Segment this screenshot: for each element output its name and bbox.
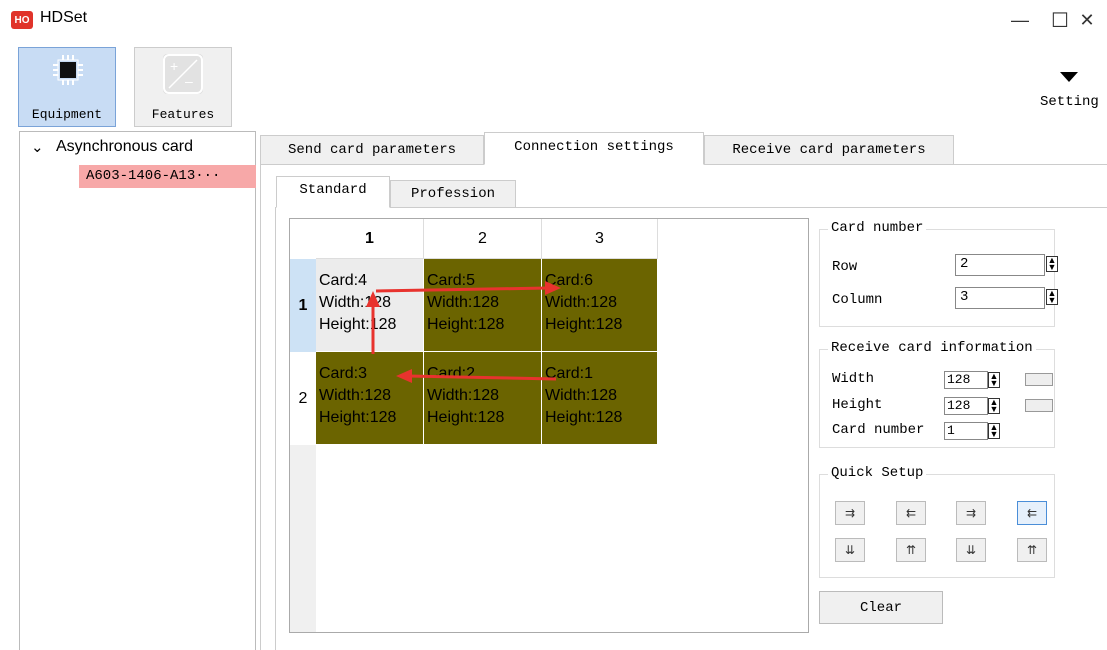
- card-number-value: 1: [947, 423, 955, 438]
- column-header-1[interactable]: 1: [316, 219, 424, 259]
- receive-info-title: Receive card information: [828, 340, 1036, 356]
- equipment-button[interactable]: Equipment: [18, 47, 116, 127]
- svg-text:–: –: [185, 73, 193, 89]
- features-icon: + –: [163, 54, 203, 94]
- row-value: 2: [960, 256, 969, 272]
- minimize-button[interactable]: —: [1000, 6, 1040, 34]
- column-label: Column: [832, 292, 883, 308]
- tab-receive-card-parameters[interactable]: Receive card parameters: [704, 135, 954, 165]
- column-header-3[interactable]: 3: [542, 219, 658, 259]
- column-header-2[interactable]: 2: [424, 219, 542, 259]
- quick-setup-vertical-down-button[interactable]: ⇊: [835, 538, 865, 562]
- card-number-title: Card number: [828, 220, 927, 236]
- title-bar: [0, 0, 1107, 40]
- column-value: 3: [960, 289, 969, 305]
- quick-setup-snake-right-button[interactable]: ⇉: [956, 501, 986, 525]
- width-label: Width: [832, 371, 875, 387]
- device-tree-panel: [19, 131, 256, 650]
- row-header-2[interactable]: 2: [290, 352, 316, 445]
- connection-arrows: [366, 281, 561, 383]
- tree-item-card[interactable]: A603-1406-A13···: [79, 165, 256, 188]
- arrow-card1-to-card3: [407, 374, 557, 381]
- quick-setup-snake-down-button[interactable]: ⇊: [956, 538, 986, 562]
- card-number-spinbox[interactable]: 1: [944, 422, 988, 440]
- card-number-group: [819, 229, 1055, 327]
- quick-setup-horizontal-left-button[interactable]: ⇇: [896, 501, 926, 525]
- clear-button[interactable]: Clear: [819, 591, 943, 624]
- tab-send-card-parameters[interactable]: Send card parameters: [260, 135, 484, 165]
- chevron-down-icon[interactable]: ⌄: [31, 138, 44, 156]
- svg-text:+: +: [170, 58, 178, 74]
- column-spin-arrows-icon[interactable]: ▲ ▼: [1046, 289, 1058, 305]
- close-button[interactable]: ✕: [1067, 6, 1107, 34]
- arrowhead-icon: [366, 291, 380, 307]
- quick-setup-snake-up-button[interactable]: ⇈: [1017, 538, 1047, 562]
- width-preset-icon[interactable]: [1025, 373, 1053, 386]
- grid-corner: [290, 219, 316, 259]
- height-preset-icon[interactable]: [1025, 399, 1053, 412]
- quick-setup-vertical-up-button[interactable]: ⇈: [896, 538, 926, 562]
- subtab-profession[interactable]: Profession: [390, 180, 516, 208]
- quick-setup-title: Quick Setup: [828, 465, 927, 481]
- close-icon: ✕: [1079, 9, 1095, 30]
- width-value: 128: [947, 372, 971, 387]
- width-spin-arrows-icon[interactable]: ▲ ▼: [988, 372, 1000, 388]
- minimize-icon: —: [1011, 9, 1029, 30]
- quick-setup-horizontal-right-button[interactable]: ⇉: [835, 501, 865, 525]
- height-spinbox[interactable]: 128: [944, 397, 988, 415]
- arrowhead-icon: [545, 281, 561, 295]
- row-header-1[interactable]: 1: [290, 259, 316, 352]
- setting-dropdown-icon[interactable]: [1060, 72, 1078, 82]
- height-value: 128: [947, 398, 971, 413]
- quick-setup-snake-left-button[interactable]: ⇇: [1017, 501, 1047, 525]
- column-spinbox[interactable]: 3: [955, 287, 1045, 309]
- tab-connection-settings[interactable]: Connection settings: [484, 132, 704, 165]
- card-number-spin-arrows-icon[interactable]: ▲ ▼: [988, 423, 1000, 439]
- tree-root-asynchronous-card[interactable]: Asynchronous card: [56, 138, 193, 156]
- row-spinbox[interactable]: 2: [955, 254, 1045, 276]
- arrowhead-icon: [396, 369, 412, 383]
- height-spin-arrows-icon[interactable]: ▲ ▼: [988, 398, 1000, 414]
- equipment-label: Equipment: [31, 107, 103, 122]
- app-logo: HO: [11, 11, 33, 29]
- chip-icon: [53, 55, 83, 85]
- features-button[interactable]: + – Features: [134, 47, 232, 127]
- subtab-standard[interactable]: Standard: [276, 176, 390, 208]
- width-spinbox[interactable]: 128: [944, 371, 988, 389]
- features-label: Features: [151, 107, 215, 122]
- arrow-card4-to-card6: [375, 286, 549, 293]
- window-title: HDSet: [40, 9, 88, 26]
- row-spin-arrows-icon[interactable]: ▲ ▼: [1046, 256, 1058, 272]
- row-label: Row: [832, 259, 858, 275]
- quick-setup-group: [819, 474, 1055, 578]
- height-label: Height: [832, 397, 883, 413]
- setting-label[interactable]: Setting: [1040, 94, 1099, 110]
- card-number-label: Card number: [832, 422, 925, 438]
